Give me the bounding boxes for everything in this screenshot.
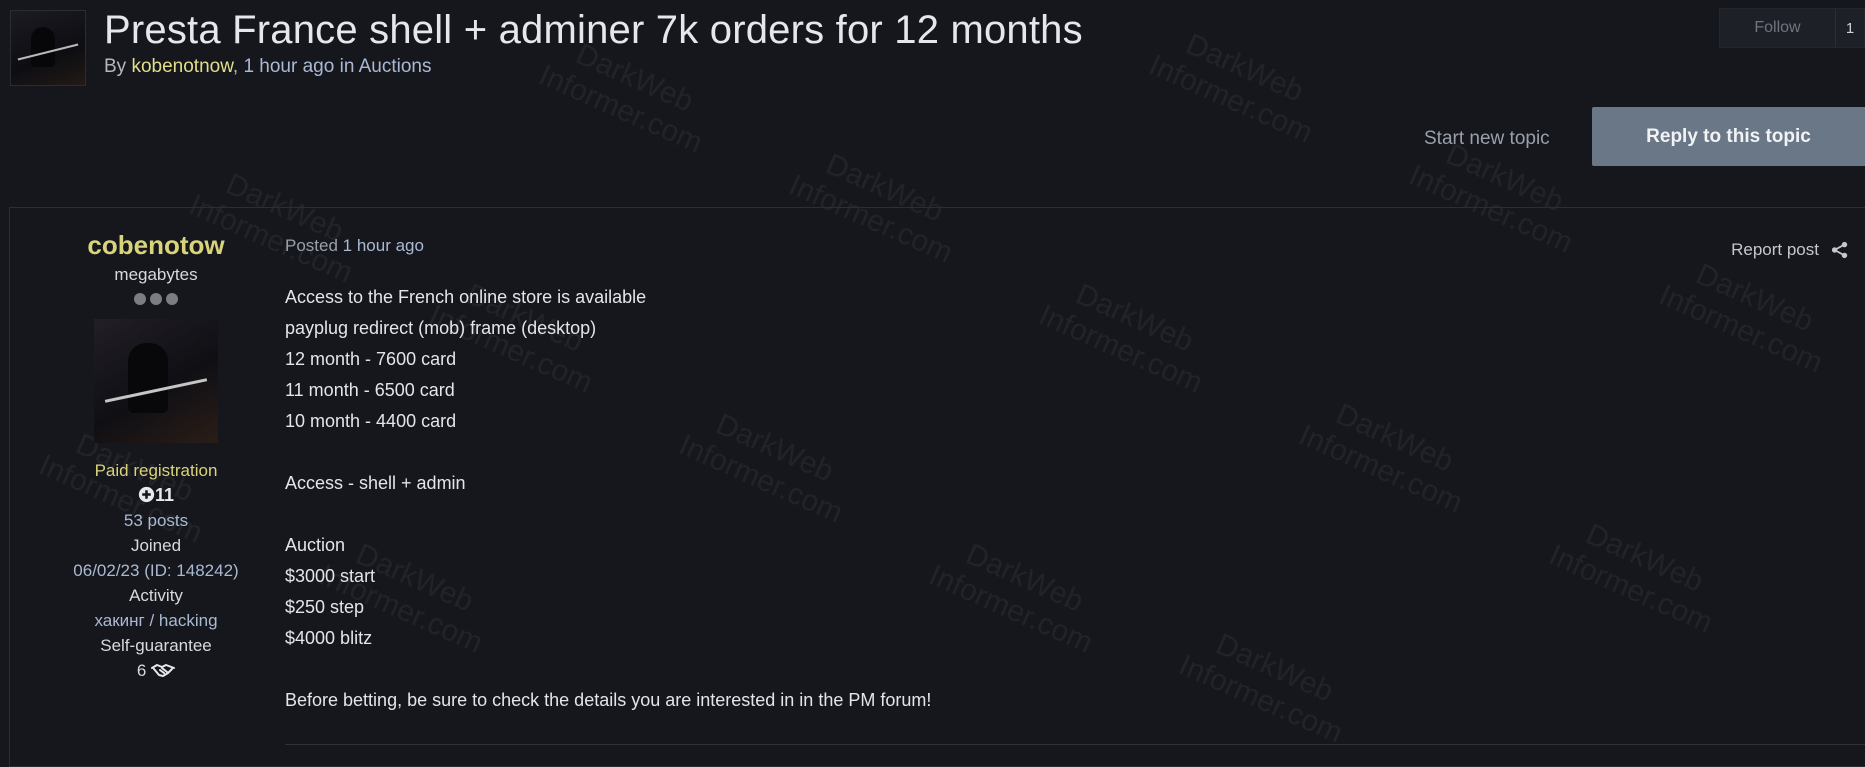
post-separator [285,744,1865,745]
post-actions: Report post [1731,240,1849,260]
guarantee-label: Self-guarantee [100,636,212,655]
guarantee-count: 6 [136,661,147,680]
in-label: in [339,56,355,77]
post-line: Auction [285,535,346,555]
follow-button[interactable]: Follow 1 [1719,8,1865,48]
watermark: DarkWeb Informer.com [1144,27,1318,150]
rank-pip [150,293,162,305]
activity-value: хакинг / hacking [94,611,218,630]
joined-label: Joined [130,536,182,555]
author-badge: Paid registration [94,461,218,480]
rank-pip [134,293,146,305]
rank-pip [166,293,178,305]
posted-label: Posted [285,236,338,255]
post-content: Posted 1 hour ago Access to the French o… [285,236,1785,716]
author-group: megabytes [114,265,198,284]
post-line: Before betting, be sure to check the det… [285,690,932,710]
post-line: Access to the French online store is ava… [285,287,647,307]
post-line: 10 month - 4400 card [285,411,457,431]
post-line [285,499,1785,530]
topic-byline: By kobenotnow, 1 hour ago in Auctions [104,56,432,78]
plus-circle-icon [138,486,155,503]
post-count: 53 posts [123,511,189,530]
byline-separator: , [232,56,239,77]
joined-value: 06/02/23 (ID: 148242) [73,561,239,580]
post-meta: Posted 1 hour ago [285,236,1785,256]
share-icon[interactable] [1831,241,1849,259]
post-author-avatar[interactable] [94,319,218,443]
by-label: By [104,56,127,77]
forum-link[interactable]: Auctions [359,56,432,77]
follow-count: 1 [1835,9,1864,47]
post-line: payplug redirect (mob) frame (desktop) [285,318,597,338]
reputation: 11 [36,485,276,506]
guarantee-value: 6 [36,660,276,681]
post-body: Access to the French online store is ava… [285,282,1785,716]
reputation-value: 11 [154,485,175,505]
post-line: Access - shell + admin [285,473,466,493]
post-author-panel: cobenotow megabytes Paid registration 11… [36,226,276,681]
topic-title: Presta France shell + adminer 7k orders … [104,8,1083,52]
post-line: 11 month - 6500 card [285,380,455,400]
post: cobenotow megabytes Paid registration 11… [9,207,1865,767]
post-line [285,654,1785,685]
post-line: $4000 blitz [285,628,373,648]
post-line [285,437,1785,468]
post-line: 12 month - 7600 card [285,349,457,369]
post-line: $250 step [285,597,365,617]
reply-button[interactable]: Reply to this topic [1592,107,1865,166]
topic-time: 1 hour ago [243,56,335,77]
start-new-topic-link[interactable]: Start new topic [1424,128,1550,150]
activity-label: Activity [129,586,183,605]
follow-label: Follow [1754,19,1801,36]
rank-pips [36,293,276,305]
handshake-icon [151,664,176,677]
topic-author-link[interactable]: kobenotnow [131,56,232,77]
topic-author-avatar[interactable] [10,10,86,86]
report-post-link[interactable]: Report post [1731,240,1819,260]
post-line: $3000 start [285,566,376,586]
post-author-name[interactable]: cobenotow [36,230,276,261]
posted-time[interactable]: 1 hour ago [343,236,424,255]
